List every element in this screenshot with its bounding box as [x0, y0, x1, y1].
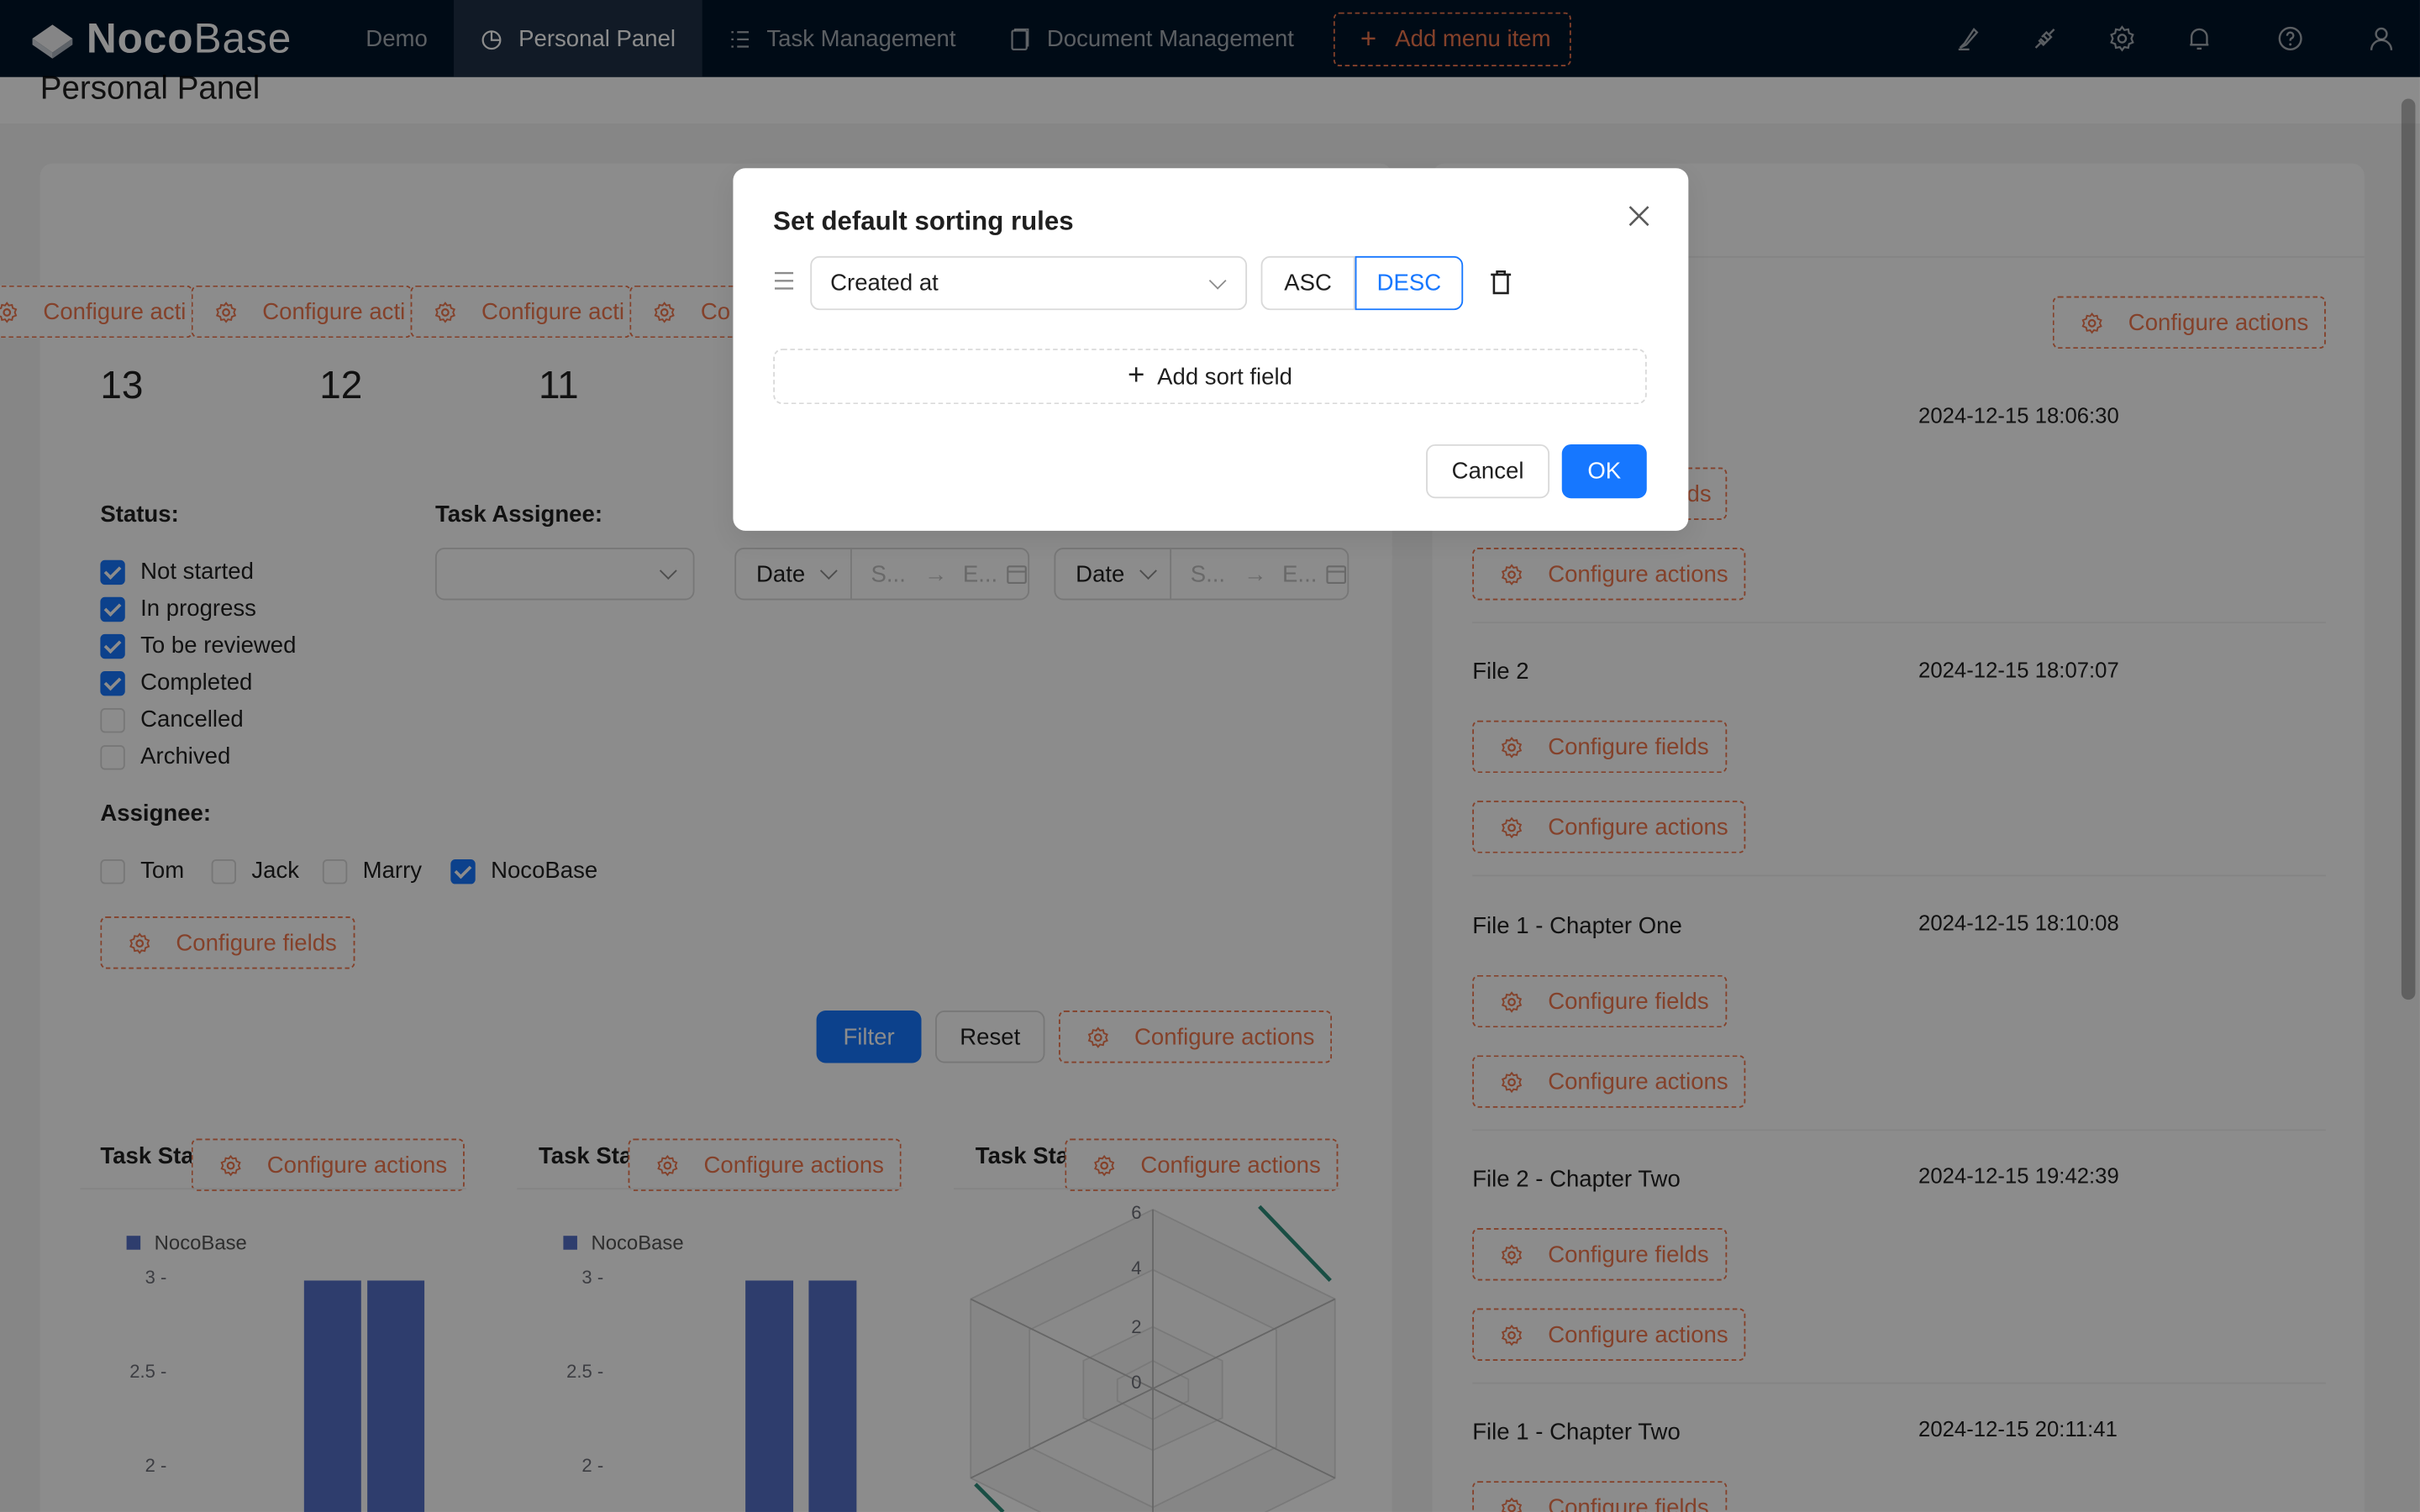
page-scrollbar[interactable]	[2401, 98, 2416, 1000]
add-sort-field-button[interactable]: + Add sort field	[773, 349, 1647, 405]
sorting-rules-modal: Set default sorting rules Created at ASC…	[733, 168, 1689, 531]
desc-radio-button[interactable]: DESC	[1355, 255, 1464, 311]
plus-icon: +	[1128, 359, 1145, 392]
sort-field-value: Created at	[830, 270, 939, 297]
delete-icon[interactable]	[1488, 269, 1514, 297]
add-sort-field-label: Add sort field	[1157, 363, 1292, 390]
app-window: NocoBase Demo Personal Panel Task Manage…	[0, 0, 2420, 1512]
ok-button[interactable]: OK	[1561, 444, 1647, 499]
chevron-down-icon	[1208, 271, 1227, 290]
cancel-button[interactable]: Cancel	[1426, 444, 1550, 499]
asc-radio-button[interactable]: ASC	[1260, 255, 1355, 311]
close-icon[interactable]	[1625, 202, 1653, 230]
drag-handle-icon[interactable]	[773, 270, 795, 291]
sort-field-select[interactable]: Created at	[810, 255, 1248, 311]
modal-title: Set default sorting rules	[773, 207, 1074, 237]
